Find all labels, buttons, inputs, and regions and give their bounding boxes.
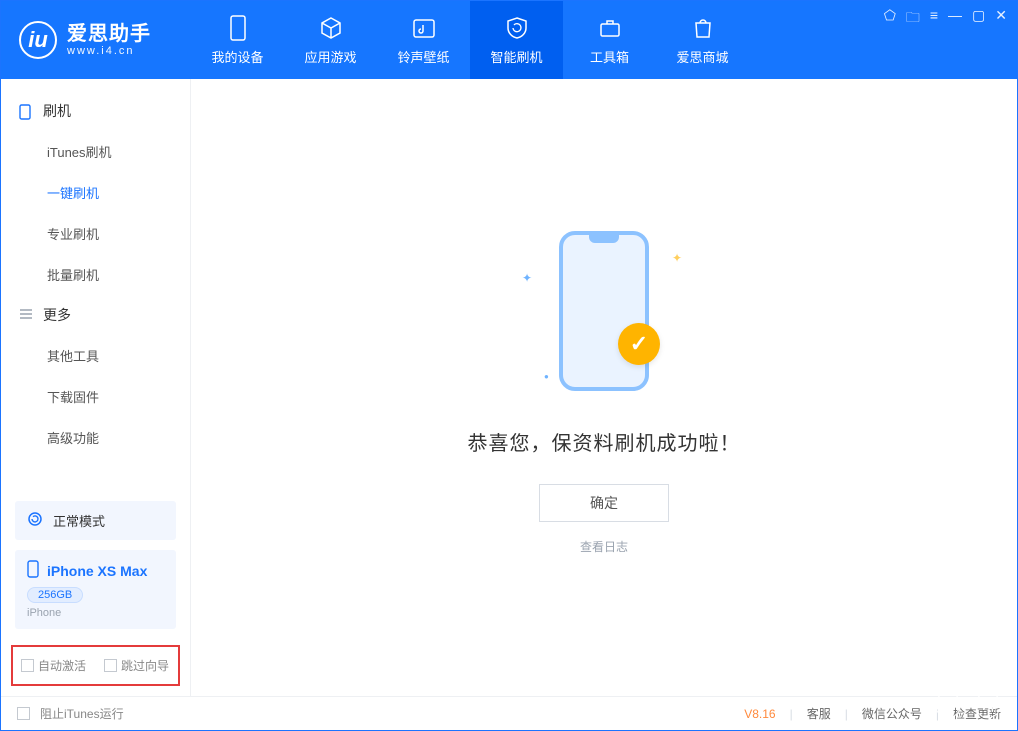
download-icon[interactable] (935, 692, 961, 718)
nav-label: 爱思商城 (676, 47, 728, 66)
logo-text: 爱思助手 www.i4.cn (67, 23, 151, 57)
device-mode[interactable]: 正常模式 (15, 501, 176, 540)
sparkle-icon: ✦ (672, 251, 682, 265)
auto-activate-checkbox[interactable]: 自动激活 (21, 657, 86, 674)
maximize-button[interactable]: ▢ (972, 7, 985, 31)
nav-label: 我的设备 (211, 47, 263, 66)
mode-label: 正常模式 (53, 511, 105, 530)
sparkle-icon: ✦ (522, 271, 532, 285)
cube-icon (318, 15, 344, 41)
lock-icon[interactable]: 🗀 (906, 7, 920, 31)
device-small-icon (19, 104, 33, 118)
device-name: iPhone XS Max (47, 563, 147, 579)
version-label: V8.16 (744, 707, 775, 721)
app-name: 爱思助手 (67, 23, 151, 45)
block-itunes-checkbox[interactable]: 阻止iTunes运行 (17, 705, 124, 722)
group-title: 更多 (43, 305, 71, 325)
footer: 阻止iTunes运行 V8.16 | 客服 | 微信公众号 | 检查更新 (1, 696, 1017, 730)
refresh-icon (27, 511, 43, 530)
menu-icon[interactable]: ≡ (930, 7, 938, 31)
music-folder-icon (411, 15, 437, 41)
nav-label: 铃声壁纸 (397, 47, 449, 66)
device-box: 正常模式 iPhone XS Max 256GB iPhone (15, 501, 176, 629)
user-icon[interactable] (975, 692, 1001, 718)
sidebar-item-download-fw[interactable]: 下载固件 (1, 376, 190, 417)
sidebar-item-other-tools[interactable]: 其他工具 (1, 335, 190, 376)
sidebar-group-more: 更多 (1, 295, 190, 335)
ok-button[interactable]: 确定 (539, 484, 669, 522)
sidebar-group-flash: 刷机 (1, 91, 190, 131)
success-message: 恭喜您，保资料刷机成功啦！ (468, 427, 741, 456)
footer-wechat-link[interactable]: 微信公众号 (862, 705, 922, 722)
nav-my-device[interactable]: 我的设备 (191, 1, 284, 79)
shield-refresh-icon (504, 15, 530, 41)
nav-apps[interactable]: 应用游戏 (284, 1, 377, 79)
app-window: iu 爱思助手 www.i4.cn 我的设备 应用游戏 铃声壁纸 智能刷机 (0, 0, 1018, 731)
header: iu 爱思助手 www.i4.cn 我的设备 应用游戏 铃声壁纸 智能刷机 (1, 1, 1017, 79)
highlighted-options: 自动激活 跳过向导 (11, 645, 180, 686)
toolbox-icon (597, 15, 623, 41)
success-illustration: ✦ ✦ ● ✓ (504, 221, 704, 401)
phone-illustration-icon (559, 231, 649, 391)
nav-shop[interactable]: 爱思商城 (656, 1, 749, 79)
device-type: iPhone (27, 607, 164, 619)
dot-icon: ● (544, 372, 549, 381)
device-info[interactable]: iPhone XS Max 256GB iPhone (15, 550, 176, 629)
skip-wizard-checkbox[interactable]: 跳过向导 (104, 657, 169, 674)
sidebar-item-batch-flash[interactable]: 批量刷机 (1, 254, 190, 295)
nav-flash[interactable]: 智能刷机 (470, 1, 563, 79)
logo-icon: iu (19, 21, 57, 59)
sidebar-item-itunes-flash[interactable]: iTunes刷机 (1, 131, 190, 172)
top-nav: 我的设备 应用游戏 铃声壁纸 智能刷机 工具箱 爱思商城 (191, 1, 749, 79)
nav-label: 应用游戏 (304, 47, 356, 66)
check-badge-icon: ✓ (618, 323, 660, 365)
header-right (935, 692, 1001, 718)
nav-label: 智能刷机 (490, 47, 542, 66)
body: 刷机 iTunes刷机 一键刷机 专业刷机 批量刷机 更多 其他工具 下载固件 … (1, 79, 1017, 696)
nav-label: 工具箱 (590, 47, 629, 66)
sidebar-item-advanced[interactable]: 高级功能 (1, 417, 190, 458)
view-log-link[interactable]: 查看日志 (580, 538, 628, 555)
logo-area: iu 爱思助手 www.i4.cn (1, 1, 191, 79)
sidebar-item-oneclick-flash[interactable]: 一键刷机 (1, 172, 190, 213)
app-url: www.i4.cn (67, 45, 151, 57)
phone-small-icon (27, 560, 39, 581)
tshirt-icon[interactable]: ⬠ (884, 7, 896, 31)
storage-badge: 256GB (27, 587, 83, 603)
nav-ringtone[interactable]: 铃声壁纸 (377, 1, 470, 79)
footer-kefu-link[interactable]: 客服 (807, 705, 831, 722)
sidebar: 刷机 iTunes刷机 一键刷机 专业刷机 批量刷机 更多 其他工具 下载固件 … (1, 79, 191, 696)
sidebar-item-pro-flash[interactable]: 专业刷机 (1, 213, 190, 254)
minimize-button[interactable]: ― (948, 7, 962, 31)
group-title: 刷机 (43, 101, 71, 121)
nav-toolbox[interactable]: 工具箱 (563, 1, 656, 79)
phone-icon (225, 15, 251, 41)
window-controls: ⬠ 🗀 ≡ ― ▢ ✕ (884, 7, 1007, 31)
main-content: ✦ ✦ ● ✓ 恭喜您，保资料刷机成功啦！ 确定 查看日志 (191, 79, 1017, 696)
list-icon (19, 308, 33, 322)
close-button[interactable]: ✕ (995, 7, 1007, 31)
shop-bag-icon (690, 15, 716, 41)
